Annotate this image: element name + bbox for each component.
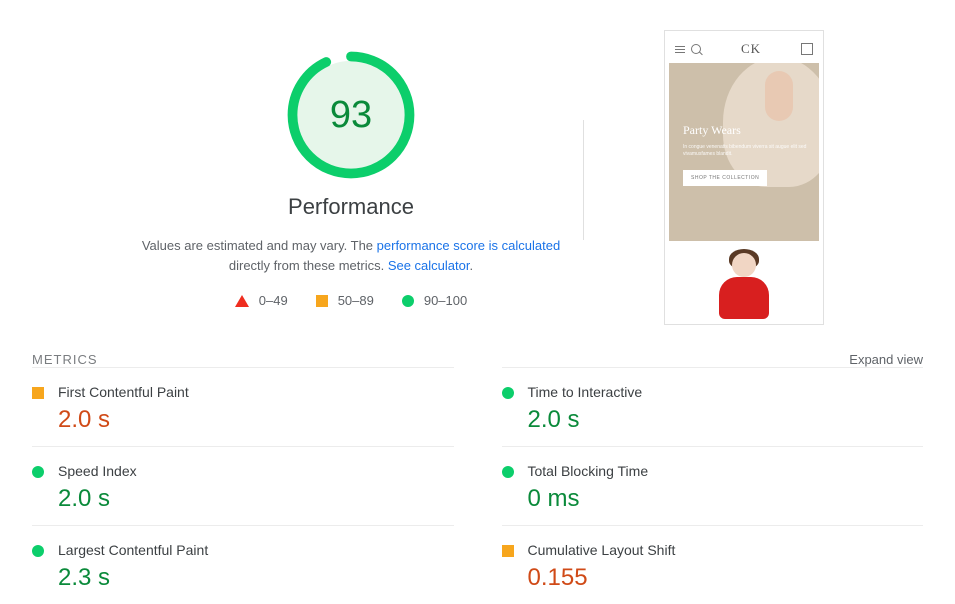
legend-good-item: 90–100 (402, 293, 467, 308)
metric-label: First Contentful Paint (58, 384, 454, 400)
legend-average-label: 50–89 (338, 293, 374, 308)
metric-item: Total Blocking Time 0 ms (502, 446, 924, 525)
preview-cta-button: SHOP THE COLLECTION (683, 170, 767, 186)
metric-body: Total Blocking Time 0 ms (528, 463, 924, 513)
metrics-header: METRICS Expand view (32, 352, 923, 367)
metric-value: 2.0 s (58, 485, 454, 513)
metric-value: 0 ms (528, 485, 924, 513)
metric-value: 2.0 s (528, 406, 924, 434)
metric-value: 2.3 s (58, 564, 454, 592)
preview-logo: CK (707, 41, 795, 57)
desc-text: . (469, 258, 473, 273)
performance-gauge: 93 (286, 50, 416, 180)
circle-good-icon (402, 295, 414, 307)
metric-value: 0.155 (528, 564, 924, 592)
metric-body: Time to Interactive 2.0 s (528, 384, 924, 434)
circle-good-icon (32, 466, 44, 478)
metric-body: Largest Contentful Paint 2.3 s (58, 542, 454, 592)
metric-body: Speed Index 2.0 s (58, 463, 454, 513)
metric-body: First Contentful Paint 2.0 s (58, 384, 454, 434)
search-icon (691, 44, 701, 54)
expand-view-link[interactable]: Expand view (849, 352, 923, 367)
metric-item: Cumulative Layout Shift 0.155 (502, 525, 924, 604)
legend-good-label: 90–100 (424, 293, 467, 308)
circle-good-icon (502, 466, 514, 478)
hamburger-icon (675, 46, 685, 53)
metric-value: 2.0 s (58, 406, 454, 434)
preview-hero-title: Party Wears (683, 123, 819, 138)
desc-text: Values are estimated and may vary. The (142, 238, 377, 253)
performance-title: Performance (288, 194, 414, 220)
vertical-divider (583, 120, 584, 240)
preview-topbar: CK (669, 35, 819, 63)
metric-label: Time to Interactive (528, 384, 924, 400)
metrics-heading: METRICS (32, 352, 98, 367)
metric-label: Total Blocking Time (528, 463, 924, 479)
metric-item: Speed Index 2.0 s (32, 446, 454, 525)
performance-score-link[interactable]: performance score is calculated (377, 238, 561, 253)
metric-label: Speed Index (58, 463, 454, 479)
metric-item: Largest Contentful Paint 2.3 s (32, 525, 454, 604)
score-legend: 0–49 50–89 90–100 (235, 293, 467, 308)
triangle-fail-icon (235, 295, 249, 307)
metrics-grid: First Contentful Paint2.0 sTime to Inter… (32, 367, 923, 604)
preview-hero-text: Party Wears In congue venenatis bibendum… (683, 123, 819, 186)
metric-label: Largest Contentful Paint (58, 542, 454, 558)
metric-body: Cumulative Layout Shift 0.155 (528, 542, 924, 592)
legend-fail-item: 0–49 (235, 293, 288, 308)
metric-item: Time to Interactive 2.0 s (502, 367, 924, 446)
circle-good-icon (502, 387, 514, 399)
preview-hero-subtitle: In congue venenatis bibendum viverra sit… (683, 144, 819, 158)
square-average-icon (32, 387, 44, 399)
preview-inner: CK Party Wears In congue venenatis biben… (669, 35, 819, 320)
preview-hero: Party Wears In congue venenatis bibendum… (669, 63, 819, 241)
performance-description: Values are estimated and may vary. The p… (141, 236, 561, 275)
shopping-bag-icon (801, 43, 813, 55)
metric-label: Cumulative Layout Shift (528, 542, 924, 558)
square-average-icon (502, 545, 514, 557)
legend-fail-label: 0–49 (259, 293, 288, 308)
gauge-column: 93 Performance Values are estimated and … (131, 30, 571, 330)
performance-score: 93 (286, 50, 416, 180)
summary-row: 93 Performance Values are estimated and … (32, 30, 923, 330)
desc-text: directly from these metrics. (229, 258, 388, 273)
circle-good-icon (32, 545, 44, 557)
preview-bottom (669, 241, 819, 320)
square-average-icon (316, 295, 328, 307)
legend-average-item: 50–89 (316, 293, 374, 308)
page-screenshot-preview: CK Party Wears In congue venenatis biben… (664, 30, 824, 325)
see-calculator-link[interactable]: See calculator (388, 258, 470, 273)
metric-item: First Contentful Paint 2.0 s (32, 367, 454, 446)
